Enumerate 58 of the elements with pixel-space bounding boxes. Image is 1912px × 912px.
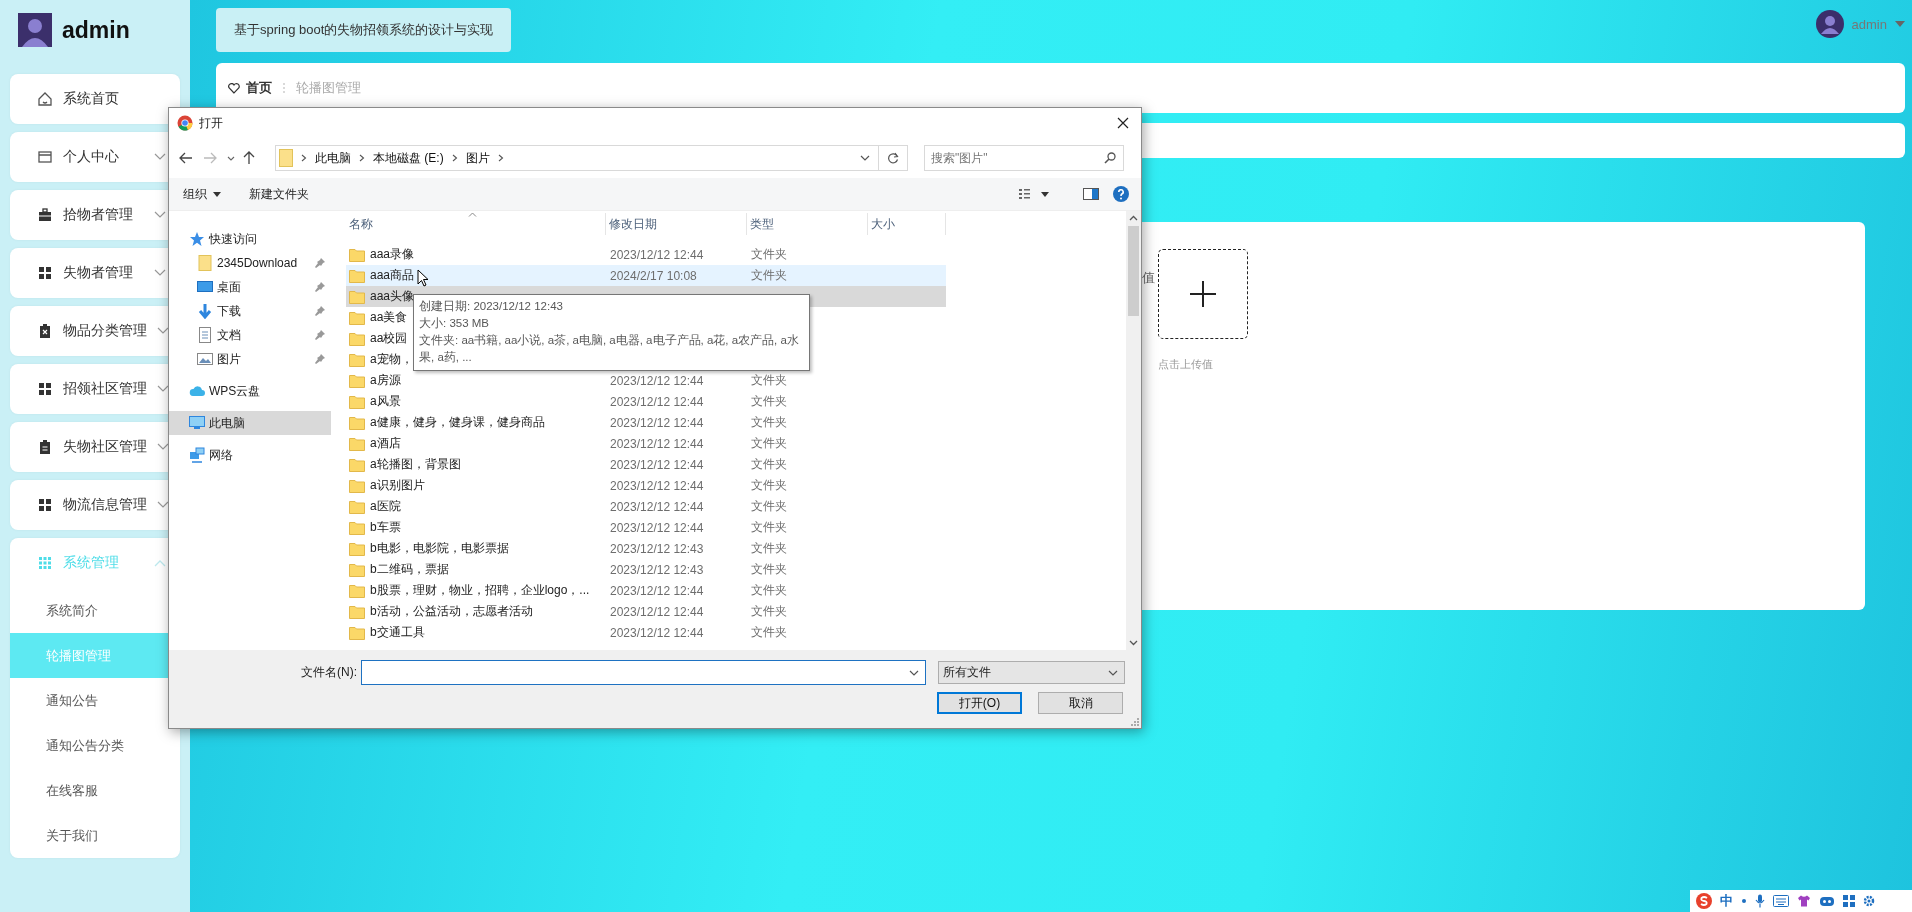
- file-date: 2023/12/12 12:44: [610, 604, 704, 619]
- file-name: a轮播图，背景图: [370, 456, 461, 473]
- dialog-title: 打开: [199, 114, 223, 132]
- file-name: b交通工具: [370, 624, 425, 641]
- file-type: 文件夹: [751, 582, 787, 599]
- file-name: aaa头像: [370, 288, 415, 305]
- file-name: a识别图片: [370, 477, 425, 494]
- file-type: 文件夹: [751, 603, 787, 620]
- tooltip-text: 大小: 353 MB: [419, 316, 491, 331]
- file-date: 2023/12/12 12:44: [610, 520, 704, 535]
- file-type: 文件夹: [751, 372, 787, 389]
- file-date: 2023/12/12 12:43: [610, 562, 704, 577]
- file-date: 2023/12/12 12:44: [610, 583, 704, 598]
- file-type: 文件夹: [751, 519, 787, 536]
- file-name: b二维码，票据: [370, 561, 449, 578]
- file-date: 2023/12/12 12:44: [610, 394, 704, 409]
- tooltip-text: 创建日期: 2023/12/12 12:43: [419, 299, 564, 314]
- file-name: a房源: [370, 372, 401, 389]
- user-name: admin: [62, 16, 130, 44]
- file-date: 2023/12/12 12:44: [610, 415, 704, 430]
- file-name: b电影，电影院，电影票据: [370, 540, 509, 557]
- file-date: 2023/12/12 12:43: [610, 541, 704, 556]
- file-name: a宠物，: [370, 351, 413, 368]
- file-name: b活动，公益活动，志愿者活动: [370, 603, 533, 620]
- file-date: 2023/12/12 12:44: [610, 436, 704, 451]
- file-type: 文件夹: [751, 561, 787, 578]
- file-name: aa校园: [370, 330, 408, 347]
- file-type: 文件夹: [751, 477, 787, 494]
- file-name: aaa商品: [370, 267, 415, 284]
- file-name: aaa录像: [370, 246, 415, 263]
- file-date: 2023/12/12 12:44: [610, 457, 704, 472]
- file-date: 2023/12/12 12:44: [610, 625, 704, 640]
- file-type: 文件夹: [751, 414, 787, 431]
- file-name: a医院: [370, 498, 401, 515]
- upload-hint: 点击上传值: [1158, 357, 1214, 372]
- file-name: aa美食: [370, 309, 408, 326]
- file-type: 文件夹: [751, 246, 787, 263]
- file-name: b车票: [370, 519, 401, 536]
- file-date: 2024/2/17 10:08: [610, 268, 697, 283]
- file-name: a风景: [370, 393, 401, 410]
- file-date: 2023/12/12 12:44: [610, 499, 704, 514]
- file-date: 2023/12/12 12:44: [610, 247, 704, 262]
- file-date: 2023/12/12 12:44: [610, 373, 704, 388]
- file-name: a健康，健身，健身课，健身商品: [370, 414, 545, 431]
- file-name: b股票，理财，物业，招聘，企业logo，...: [370, 582, 590, 599]
- file-type: 文件夹: [751, 393, 787, 410]
- page-title: 基于spring boot的失物招领系统的设计与实现: [216, 8, 512, 52]
- file-name: a酒店: [370, 435, 401, 452]
- field-label: 文件名(N):: [300, 664, 357, 681]
- field-label: 值: [1142, 269, 1153, 287]
- file-type: 文件夹: [751, 540, 787, 557]
- file-date: 2023/12/12 12:44: [610, 478, 704, 493]
- file-type: 文件夹: [751, 624, 787, 641]
- file-type: 文件夹: [751, 267, 787, 284]
- file-type: 文件夹: [751, 435, 787, 452]
- tooltip-text: 文件夹: aa书籍, aa小说, a茶, a电脑, a电器, a电子产品, a花, a农产品, a水果, a药, ...: [419, 333, 800, 365]
- file-type: 文件夹: [751, 456, 787, 473]
- file-type: 文件夹: [751, 498, 787, 515]
